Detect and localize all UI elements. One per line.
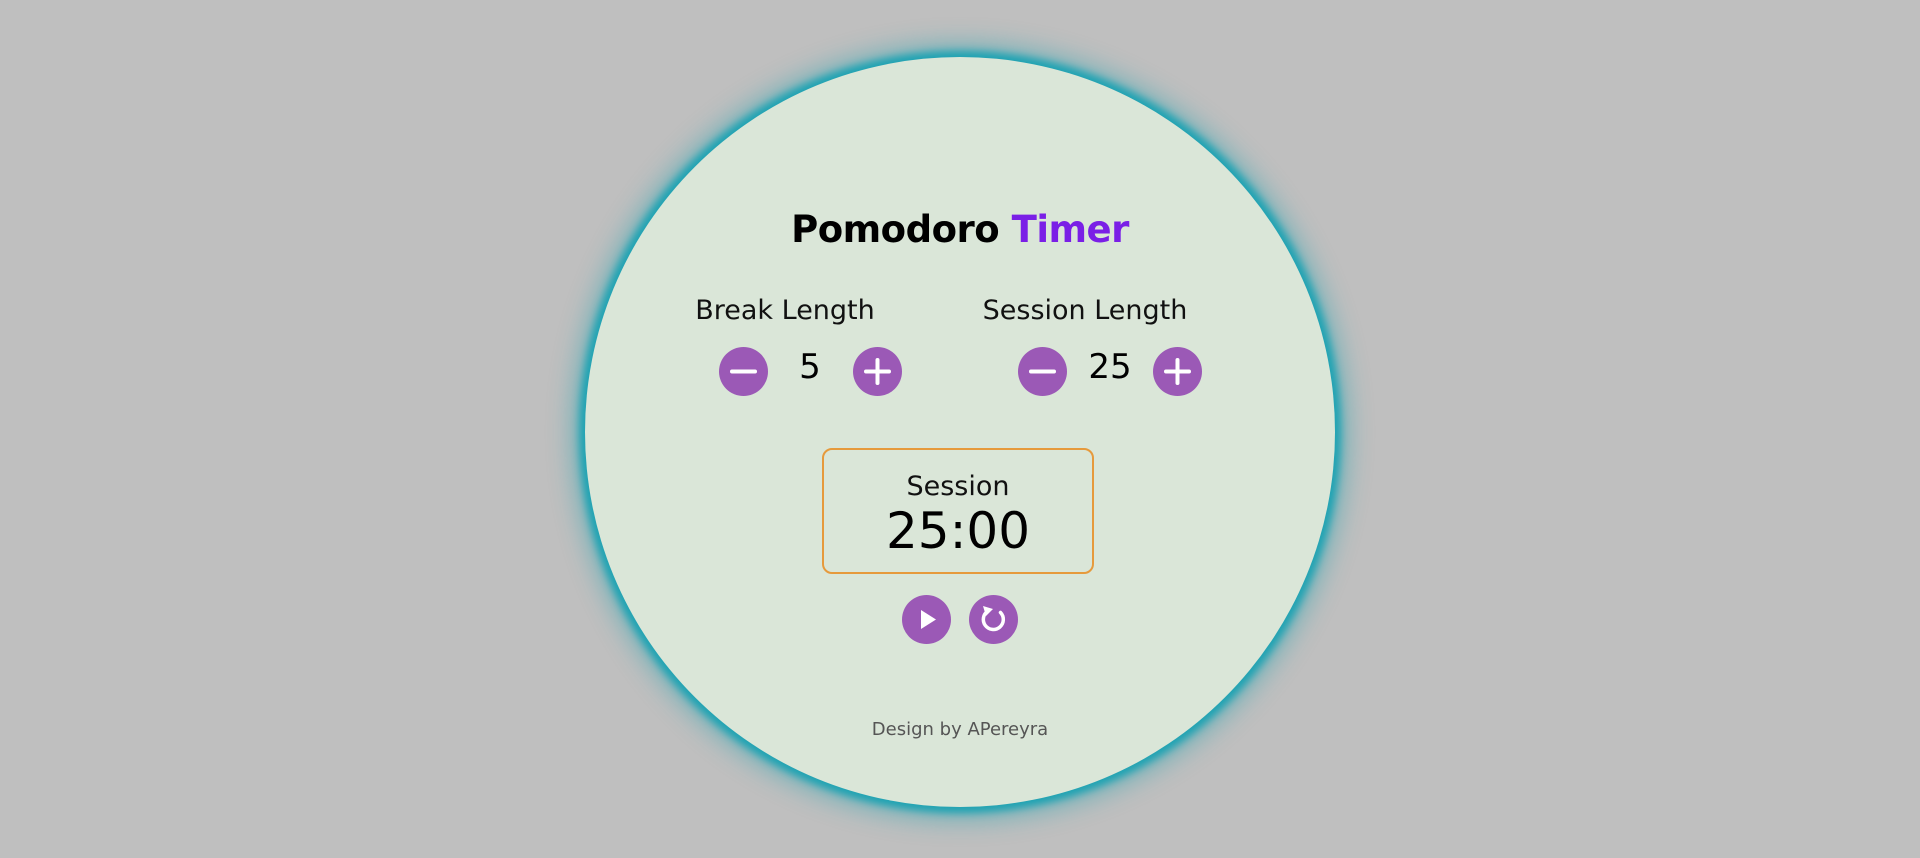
break-length-value: 5 xyxy=(799,347,821,387)
start-stop-button[interactable] xyxy=(902,595,951,644)
break-increment-button[interactable] xyxy=(853,347,902,396)
minus-icon xyxy=(1029,369,1056,374)
footer-credit: Design by APereyra xyxy=(871,719,1049,740)
title-main: Pomodoro xyxy=(791,208,1000,251)
session-length-value: 25 xyxy=(1088,347,1132,387)
pomodoro-panel: Pomodoro Timer Break Length Session Leng… xyxy=(585,57,1335,807)
session-length-label: Session Length xyxy=(982,295,1188,326)
session-decrement-button[interactable] xyxy=(1018,347,1067,396)
timer-display: Session 25:00 xyxy=(822,448,1094,574)
plus-icon xyxy=(1164,358,1191,385)
timer-time: 25:00 xyxy=(885,502,1031,560)
reset-button[interactable] xyxy=(969,595,1018,644)
break-length-label: Break Length xyxy=(695,295,875,326)
break-decrement-button[interactable] xyxy=(719,347,768,396)
minus-icon xyxy=(730,369,757,374)
session-increment-button[interactable] xyxy=(1153,347,1202,396)
play-icon xyxy=(921,610,936,629)
reset-icon xyxy=(981,606,1006,632)
page-title: Pomodoro Timer xyxy=(585,208,1335,251)
title-accent: Timer xyxy=(1011,208,1130,251)
plus-icon xyxy=(864,358,891,385)
timer-mode-label: Session xyxy=(906,471,1010,502)
